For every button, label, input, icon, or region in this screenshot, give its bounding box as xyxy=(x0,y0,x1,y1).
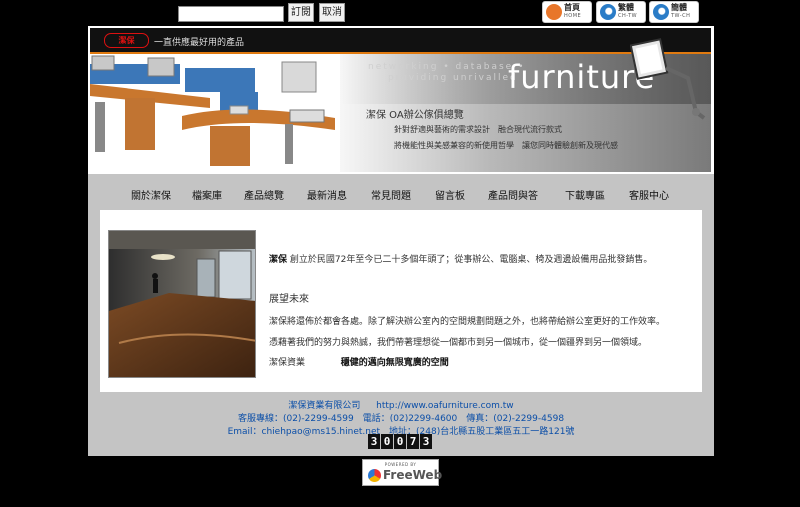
counter-digit: 7 xyxy=(407,434,419,449)
nav-news[interactable]: 最新消息 xyxy=(307,187,347,202)
traditional-chinese-label: 繁體 xyxy=(618,3,634,12)
home-button[interactable]: 首頁 HOME xyxy=(542,1,592,23)
brand-logo[interactable]: 潔保 xyxy=(104,33,149,48)
office-furniture-image xyxy=(90,54,340,172)
vision-closing: 潔保資業 穩健的邁向無限寬廣的空間 xyxy=(269,355,449,368)
powered-by-label: POWERED BY xyxy=(384,462,417,467)
vision-heading: 展望未來 xyxy=(269,294,309,305)
nav-service[interactable]: 客服中心 xyxy=(629,187,669,202)
traditional-chinese-sub: CH-TW xyxy=(618,13,638,19)
company-name: 潔保資業有限公司 xyxy=(288,401,361,411)
nav-products[interactable]: 產品總覽 xyxy=(244,187,284,202)
nav-download[interactable]: 下載專區 xyxy=(565,187,605,202)
intro-paragraph: 潔保 創立於民國72年至今已二十多個年頭了；從事辦公、電腦桌、椅及週邊設備用品批… xyxy=(269,252,652,265)
home-icon xyxy=(546,4,562,20)
content-left-edge xyxy=(88,210,100,392)
freeweb-label: FreeWeb xyxy=(383,468,443,482)
nav-faq[interactable]: 常見問題 xyxy=(371,187,411,202)
nav-about[interactable]: 關於潔保 xyxy=(131,187,171,202)
boardroom-photo xyxy=(108,230,256,378)
banner-tagline: networking • database • xyxy=(368,62,526,72)
slogan: 一直供應最好用的產品 xyxy=(154,38,245,48)
boardroom-image xyxy=(109,231,255,377)
vision-paragraph-1: 潔保將還佈於都會各處。除了解決辦公室內的空間規劃問題之外，也將帶給辦公室更好的工… xyxy=(269,317,666,327)
vision-paragraph-2: 憑藉著我們的努力與熱誠，我們帶著理想從一個都市到另一個城市，從一個疆界到另一個領… xyxy=(269,338,648,348)
freeweb-badge[interactable]: POWERED BY FreeWeb xyxy=(362,459,443,486)
simplified-chinese-icon xyxy=(653,4,669,20)
nav-product-qa[interactable]: 產品問與答 xyxy=(488,187,538,202)
counter-digit: 0 xyxy=(394,434,406,449)
header-banner: 潔保 一直供應最好用的產品 networking • database • pr… xyxy=(90,28,711,172)
nav-guestbook[interactable]: 留言板 xyxy=(435,187,465,202)
counter-digit: 3 xyxy=(420,434,432,449)
closing-brand: 潔保資業 xyxy=(269,358,306,368)
cancel-button[interactable]: 取消 xyxy=(319,3,345,22)
main-frame: 潔保 一直供應最好用的產品 networking • database • pr… xyxy=(88,26,714,456)
subscribe-button[interactable]: 訂閱 xyxy=(288,3,314,22)
content-right-edge xyxy=(702,210,714,392)
banner-tagline-2: providing unrivalled xyxy=(388,73,518,83)
simplified-chinese-label: 簡體 xyxy=(671,3,687,12)
intro-rest: 72年至今已二十多個年頭了；從事辦公、電腦桌、椅及週邊設備用品批發銷售。 xyxy=(334,255,653,265)
visitor-counter: 3 0 0 7 3 xyxy=(368,434,432,449)
counter-digit: 0 xyxy=(381,434,393,449)
footer-company-line: 潔保資業有限公司 http://www.oafurniture.com.tw xyxy=(88,398,714,411)
home-sub: HOME xyxy=(564,13,582,19)
hero-line-2: 將機能性與美感兼容的新使用哲學 讓您同時體驗創新及現代感 xyxy=(394,141,618,150)
footer-phone-line: 客服專線：(02)-2299-4599 電話：(02)2299-4600 傳真：… xyxy=(237,414,565,424)
intro-brand: 潔保 xyxy=(269,255,288,265)
simplified-chinese-button[interactable]: 簡體 TW-CH xyxy=(649,1,699,23)
nav-archive[interactable]: 檔案庫 xyxy=(192,187,222,202)
search-input[interactable] xyxy=(178,6,284,22)
home-label: 首頁 xyxy=(564,3,580,12)
hero-line-1: 針對舒適與藝術的需求設計 融合現代流行款式 xyxy=(394,125,562,134)
freeweb-icon xyxy=(368,469,381,482)
traditional-chinese-button[interactable]: 繁體 CH-TW xyxy=(596,1,646,23)
traditional-chinese-icon xyxy=(600,4,616,20)
hero-title: 潔保 OA辦公傢俱總覽 xyxy=(366,110,464,121)
main-nav: 關於潔保 檔案庫 產品總覽 最新消息 常見問題 留言板 產品問與答 下載專區 客… xyxy=(88,174,714,210)
company-url[interactable]: http://www.oafurniture.com.tw xyxy=(376,401,513,411)
counter-digit: 3 xyxy=(368,434,380,449)
monitor-arm-image xyxy=(630,38,706,120)
office-illustration xyxy=(90,54,340,172)
simplified-chinese-sub: TW-CH xyxy=(671,13,691,19)
closing-motto: 穩健的邁向無限寬廣的空間 xyxy=(340,358,449,368)
intro-founded: 創立於民國 xyxy=(289,255,335,265)
